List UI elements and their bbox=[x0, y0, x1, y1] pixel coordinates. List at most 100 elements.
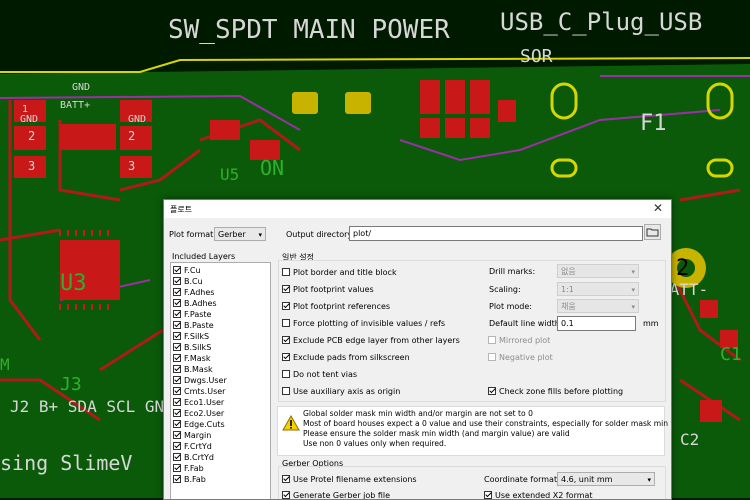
layer-checkbox[interactable] bbox=[173, 464, 181, 472]
output-dir-label: Output directory: bbox=[286, 230, 355, 239]
layer-list[interactable]: F.Cu B.Cu F.Adhes B.Adhes F.Paste B.Past… bbox=[170, 262, 271, 499]
layer-row[interactable]: F.CrtYd bbox=[173, 441, 212, 452]
plot-format-select[interactable]: Gerber ▾ bbox=[214, 227, 266, 241]
checkbox[interactable] bbox=[282, 370, 290, 378]
layer-row[interactable]: F.Mask bbox=[173, 353, 210, 364]
layer-row[interactable]: B.SilkS bbox=[173, 342, 211, 353]
layer-checkbox[interactable] bbox=[173, 442, 181, 450]
layer-row[interactable]: Dwgs.User bbox=[173, 375, 227, 386]
layer-checkbox[interactable] bbox=[173, 310, 181, 318]
layer-label: F.Adhes bbox=[184, 288, 215, 297]
layer-label: Eco2.User bbox=[184, 409, 225, 418]
layer-row[interactable]: B.CrtYd bbox=[173, 452, 214, 463]
layer-row[interactable]: F.Fab bbox=[173, 463, 204, 474]
chevron-down-icon: ▾ bbox=[631, 268, 635, 276]
layer-checkbox[interactable] bbox=[173, 354, 181, 362]
plot-border-option[interactable]: Plot border and title block bbox=[282, 268, 397, 277]
plot-mode-label: Plot mode: bbox=[489, 302, 533, 311]
line-width-input[interactable]: 0.1 bbox=[557, 316, 636, 331]
layer-row[interactable]: Eco1.User bbox=[173, 397, 224, 408]
layer-row[interactable]: B.Cu bbox=[173, 276, 203, 287]
plot-references-option[interactable]: Plot footprint references bbox=[282, 302, 390, 311]
output-dir-input[interactable]: plot/ bbox=[349, 226, 643, 241]
browse-folder-button[interactable] bbox=[644, 224, 661, 240]
tent-vias-option[interactable]: Do not tent vias bbox=[282, 370, 357, 379]
checkbox[interactable] bbox=[282, 319, 290, 327]
layer-checkbox[interactable] bbox=[173, 299, 181, 307]
layer-row[interactable]: Eco2.User bbox=[173, 408, 224, 419]
checkbox[interactable] bbox=[282, 336, 290, 344]
coordinate-format-value: 4.6, unit mm bbox=[561, 475, 613, 484]
checkbox[interactable] bbox=[282, 268, 290, 276]
option-label: Exclude PCB edge layer from other layers bbox=[293, 336, 460, 345]
layer-label: B.SilkS bbox=[184, 343, 212, 352]
layer-row[interactable]: B.Adhes bbox=[173, 298, 217, 309]
checkbox[interactable] bbox=[488, 387, 496, 395]
layer-row[interactable]: B.Mask bbox=[173, 364, 213, 375]
layer-label: F.CrtYd bbox=[184, 442, 212, 451]
layer-checkbox[interactable] bbox=[173, 409, 181, 417]
layer-row[interactable]: F.Paste bbox=[173, 309, 211, 320]
layer-checkbox[interactable] bbox=[173, 343, 181, 351]
exclude-pads-option[interactable]: Exclude pads from silkscreen bbox=[282, 353, 410, 362]
layer-checkbox[interactable] bbox=[173, 332, 181, 340]
layer-row[interactable]: Edge.Cuts bbox=[173, 419, 225, 430]
coordinate-format-select[interactable]: 4.6, unit mm ▾ bbox=[557, 472, 655, 486]
scaling-select[interactable]: 1:1 ▾ bbox=[557, 282, 639, 296]
negative-plot-option[interactable]: Negative plot bbox=[488, 353, 553, 362]
checkbox[interactable] bbox=[488, 353, 496, 361]
warning-line: Please ensure the solder mask min width … bbox=[303, 429, 570, 438]
checkbox[interactable] bbox=[282, 475, 290, 483]
solder-mask-warning: Global solder mask min width and/or marg… bbox=[277, 406, 671, 456]
included-layers-label: Included Layers bbox=[172, 252, 236, 261]
layer-checkbox[interactable] bbox=[173, 387, 181, 395]
exclude-edge-option[interactable]: Exclude PCB edge layer from other layers bbox=[282, 336, 460, 345]
layer-checkbox[interactable] bbox=[173, 475, 181, 483]
protel-extensions-option[interactable]: Use Protel filename extensions bbox=[282, 475, 417, 484]
layer-checkbox[interactable] bbox=[173, 277, 181, 285]
layer-row[interactable]: F.SilkS bbox=[173, 331, 209, 342]
svg-text:3: 3 bbox=[28, 159, 35, 173]
layer-row[interactable]: Cmts.User bbox=[173, 386, 225, 397]
chevron-down-icon: ▾ bbox=[647, 476, 651, 484]
layer-checkbox[interactable] bbox=[173, 453, 181, 461]
option-label: Plot border and title block bbox=[293, 268, 397, 277]
layer-checkbox[interactable] bbox=[173, 376, 181, 384]
force-invisible-option[interactable]: Force plotting of invisible values / ref… bbox=[282, 319, 445, 328]
aux-origin-option[interactable]: Use auxiliary axis as origin bbox=[282, 387, 400, 396]
layer-checkbox[interactable] bbox=[173, 288, 181, 296]
layer-row[interactable]: F.Cu bbox=[173, 265, 201, 276]
plot-values-option[interactable]: Plot footprint values bbox=[282, 285, 374, 294]
layer-row[interactable]: F.Adhes bbox=[173, 287, 214, 298]
svg-text:U3: U3 bbox=[60, 271, 87, 296]
layer-row[interactable]: Margin bbox=[173, 430, 211, 441]
svg-text:C2: C2 bbox=[680, 430, 699, 449]
generate-job-file-option[interactable]: Generate Gerber job file bbox=[282, 491, 390, 499]
svg-text:SW_SPDT MAIN POWER: SW_SPDT MAIN POWER bbox=[168, 15, 450, 45]
checkbox[interactable] bbox=[282, 302, 290, 310]
layer-checkbox[interactable] bbox=[173, 321, 181, 329]
plot-mode-select[interactable]: 채움 ▾ bbox=[557, 299, 639, 313]
check-zone-fills-option[interactable]: Check zone fills before plotting bbox=[488, 387, 623, 396]
checkbox[interactable] bbox=[282, 387, 290, 395]
close-icon[interactable]: ✕ bbox=[653, 201, 663, 215]
layer-row[interactable]: B.Fab bbox=[173, 474, 206, 485]
layer-checkbox[interactable] bbox=[173, 365, 181, 373]
layer-checkbox[interactable] bbox=[173, 266, 181, 274]
layer-checkbox[interactable] bbox=[173, 398, 181, 406]
option-label: Do not tent vias bbox=[293, 370, 358, 379]
mirrored-plot-option[interactable]: Mirrored plot bbox=[488, 336, 550, 345]
drill-marks-select[interactable]: 없음 ▾ bbox=[557, 264, 639, 278]
checkbox[interactable] bbox=[488, 336, 496, 344]
svg-text:2: 2 bbox=[676, 256, 689, 281]
coordinate-format-label: Coordinate format: bbox=[484, 475, 560, 484]
checkbox[interactable] bbox=[282, 353, 290, 361]
extended-x2-option[interactable]: Use extended X2 format bbox=[484, 491, 593, 499]
layer-checkbox[interactable] bbox=[173, 431, 181, 439]
layer-checkbox[interactable] bbox=[173, 420, 181, 428]
checkbox[interactable] bbox=[282, 285, 290, 293]
svg-text:BATT+: BATT+ bbox=[60, 100, 90, 111]
svg-text:C1: C1 bbox=[720, 344, 742, 365]
chevron-down-icon: ▾ bbox=[631, 286, 635, 294]
layer-row[interactable]: B.Paste bbox=[173, 320, 214, 331]
